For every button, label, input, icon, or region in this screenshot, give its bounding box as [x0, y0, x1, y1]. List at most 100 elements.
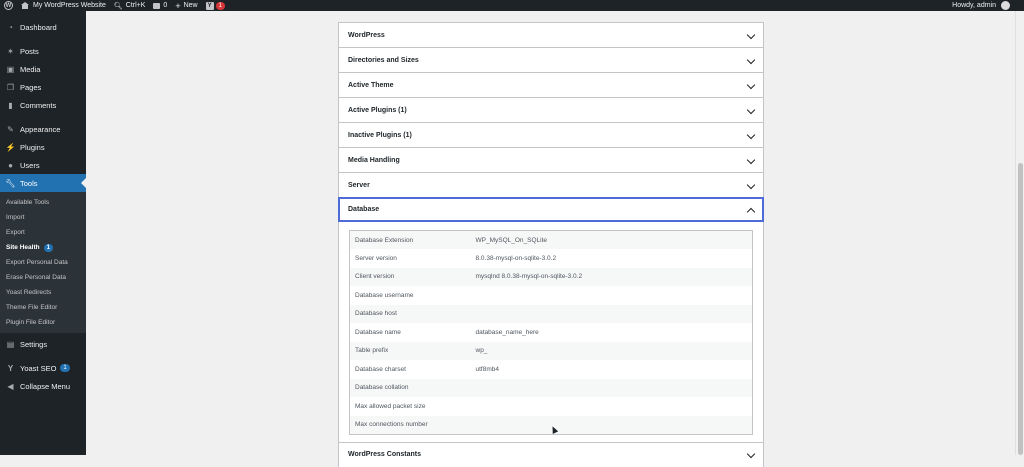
comments-link[interactable]: 0 [149, 0, 171, 11]
tools-submenu: Available Tools Import Export Site Healt… [0, 192, 86, 333]
yoast-icon: Y [205, 1, 214, 10]
chevron-down-icon [747, 157, 754, 164]
submenu-item-theme-file-editor[interactable]: Theme File Editor [0, 300, 86, 315]
collapse-menu-button[interactable]: ◀ Collapse Menu [0, 377, 86, 395]
accordion-wordpress[interactable]: WordPress [338, 22, 764, 47]
pages-icon: ❐ [6, 82, 15, 92]
row-label: Client version [355, 273, 395, 281]
sidebar-item-label: Posts [20, 46, 39, 56]
row-label: Table prefix [355, 347, 389, 355]
sidebar-item-label: Plugins [20, 142, 45, 152]
plus-icon: + [175, 0, 181, 11]
submenu-item-plugin-file-editor[interactable]: Plugin File Editor [0, 315, 86, 330]
plug-icon: ⚡ [5, 142, 16, 152]
sidebar-item-label: Appearance [20, 124, 61, 134]
chevron-down-icon [747, 132, 754, 139]
accordion-title: Directories and Sizes [348, 56, 419, 64]
accordion-title: Inactive Plugins (1) [348, 131, 412, 139]
sidebar-item-label: Users [20, 160, 40, 170]
submenu-item-erase-personal-data[interactable]: Erase Personal Data [0, 270, 86, 285]
accordion-directories-and-sizes[interactable]: Directories and Sizes [338, 47, 764, 72]
chevron-down-icon [747, 107, 754, 114]
row-value: WP_MySQL_On_SQLite [475, 236, 548, 244]
admin-sidebar: ◔ Dashboard ✶ Posts ▣ Media ❐ Pages ▮ Co… [0, 11, 86, 455]
search-shortcut: Ctrl+K [125, 2, 146, 9]
table-row: Server version 8.0.38-mysql-on-sqlite-3.0… [350, 249, 753, 268]
accordion-database[interactable]: Database [338, 197, 764, 222]
accordion-server[interactable]: Server [338, 172, 764, 197]
accordion-inactive-plugins[interactable]: Inactive Plugins (1) [338, 122, 764, 147]
submenu-item-label: Plugin File Editor [6, 319, 56, 326]
sidebar-item-yoast-seo[interactable]: Y Yoast SEO 1 [0, 359, 86, 377]
sidebar-item-tools[interactable]: 🔧︎ Tools [0, 174, 86, 192]
yoast-seo-badge: 1 [60, 364, 70, 372]
accordion-title: Server [348, 181, 370, 189]
sidebar-item-comments[interactable]: ▮ Comments [0, 96, 86, 114]
yoast-icon: Y [7, 363, 14, 373]
comments-icon: ▮ [8, 100, 13, 110]
row-value [471, 286, 753, 305]
accordion-title: Database [348, 206, 380, 213]
table-row: Database username [350, 286, 753, 305]
row-label: Database Extension [355, 236, 414, 244]
accordion-media-handling[interactable]: Media Handling [338, 147, 764, 172]
submenu-item-label: Available Tools [6, 199, 50, 206]
scrollbar-thumb[interactable] [1018, 163, 1023, 455]
table-row: Table prefix wp_ [349, 341, 753, 360]
chevron-down-icon [747, 182, 754, 189]
collapse-icon: ◀ [7, 381, 14, 391]
command-palette-button[interactable]: 🔍︎ Ctrl+K [110, 0, 150, 11]
row-value: utf8mb4 [475, 365, 500, 373]
wrench-icon: 🔧︎ [5, 178, 16, 188]
row-value: 8.0.38-mysql-on-sqlite-3.0.2 [475, 254, 557, 262]
new-content-button[interactable]: + New [171, 0, 201, 11]
row-value: database_name_here [475, 328, 539, 336]
submenu-item-label: Site Health [6, 244, 40, 251]
avatar [1001, 1, 1010, 10]
submenu-item-yoast-redirects[interactable]: Yoast Redirects [0, 285, 86, 300]
accordion-active-plugins[interactable]: Active Plugins (1) [338, 97, 764, 122]
row-label: Max connections number [355, 421, 428, 428]
sidebar-item-dashboard[interactable]: ◔ Dashboard [0, 18, 86, 36]
page-scrollbar[interactable] [1015, 11, 1024, 455]
accordion-active-theme[interactable]: Active Theme [338, 72, 764, 97]
submenu-item-site-health[interactable]: Site Health 1 [0, 240, 86, 255]
accordion-title: Media Handling [348, 156, 400, 164]
database-panel: Database Extension WP_MySQL_On_SQLite Serv… [338, 222, 764, 442]
sidebar-item-label: Yoast SEO [20, 363, 57, 373]
sidebar-item-users[interactable]: ● Users [0, 156, 86, 174]
submenu-item-export[interactable]: Export [0, 225, 86, 240]
sidebar-item-appearance[interactable]: ✎ Appearance [0, 120, 86, 138]
submenu-item-export-personal-data[interactable]: Export Personal Data [0, 255, 86, 270]
accordion-title: WordPress [348, 31, 385, 39]
sidebar-item-media[interactable]: ▣ Media [0, 60, 86, 78]
yoast-adminbar-menu[interactable]: Y 1 [202, 0, 229, 11]
howdy-text: Howdy, admin [952, 2, 996, 9]
table-row: Database collation [349, 378, 753, 397]
row-label: Database host [355, 310, 397, 318]
submenu-item-label: Theme File Editor [6, 304, 58, 311]
row-value: mysqlnd 8.0.38-mysql-on-sqlite-3.0.2 [475, 273, 583, 281]
submenu-item-available-tools[interactable]: Available Tools [0, 195, 86, 210]
table-row: Database Extension WP_MySQL_On_SQLite [349, 230, 753, 249]
accordion-wordpress-constants[interactable]: WordPress Constants [338, 441, 764, 467]
wordpress-logo-icon[interactable]: W [4, 1, 13, 10]
accordion-title: Active Plugins (1) [348, 106, 407, 114]
my-account-menu[interactable]: Howdy, admin [952, 1, 1024, 10]
sidebar-item-label: Media [20, 64, 41, 74]
chevron-up-icon [747, 206, 754, 213]
site-name-link[interactable]: My WordPress Website [17, 0, 110, 11]
yoast-notification-count: 1 [215, 1, 225, 10]
sidebar-item-label: Settings [20, 339, 48, 349]
brush-icon: ✎ [7, 124, 14, 134]
dashboard-icon: ◔ [8, 22, 13, 32]
sidebar-item-settings[interactable]: ▤ Settings [0, 335, 86, 353]
comments-count: 0 [163, 2, 168, 9]
sidebar-item-plugins[interactable]: ⚡ Plugins [0, 138, 86, 156]
comment-bubble-icon [153, 2, 161, 9]
row-value [471, 305, 753, 324]
database-info-table: Database Extension WP_MySQL_On_SQLite Serv… [349, 230, 753, 435]
sidebar-item-pages[interactable]: ❐ Pages [0, 78, 86, 96]
sidebar-item-posts[interactable]: ✶ Posts [0, 42, 86, 60]
submenu-item-import[interactable]: Import [0, 210, 86, 225]
